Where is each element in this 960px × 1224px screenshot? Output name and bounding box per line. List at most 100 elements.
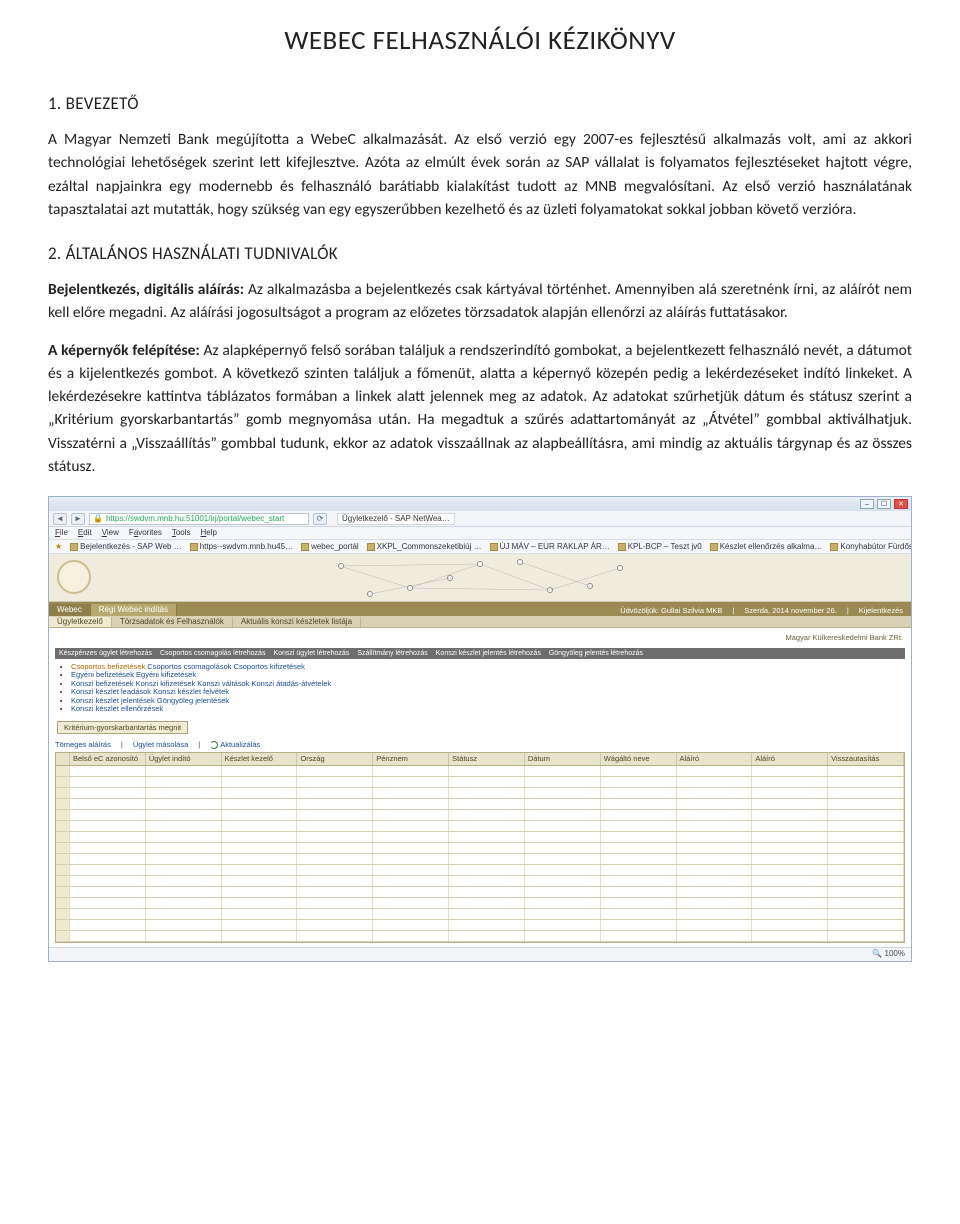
browser-refresh-button[interactable]: ⟳ [313, 513, 327, 525]
table-cell [56, 766, 70, 776]
column-header[interactable]: Dátum [525, 753, 601, 765]
favorite-link[interactable]: Készlet ellenőrzés alkalma… [710, 543, 823, 551]
table-cell [373, 777, 449, 787]
table-row[interactable] [56, 821, 904, 832]
table-cell [601, 821, 677, 831]
column-header[interactable]: Készlet kezelő [222, 753, 298, 765]
table-row[interactable] [56, 832, 904, 843]
strip-action[interactable]: Konszi ügylet létrehozás [273, 650, 349, 657]
table-cell [525, 931, 601, 941]
table-cell [828, 876, 904, 886]
action-aktualizalas[interactable]: Aktualizálás [210, 741, 260, 749]
column-header[interactable]: Státusz [449, 753, 525, 765]
favorite-link[interactable]: Bejelentkezés - SAP Web … [70, 543, 182, 551]
browser-tab[interactable]: Ügyletkezelő - SAP NetWea… [337, 513, 455, 525]
menu-view[interactable]: View [102, 529, 119, 537]
table-cell [828, 898, 904, 908]
table-cell [70, 810, 146, 820]
table-cell [297, 898, 373, 908]
menu-tools[interactable]: Tools [172, 529, 191, 537]
window-minimize-button[interactable]: – [860, 499, 874, 509]
table-row[interactable] [56, 876, 904, 887]
table-cell [828, 865, 904, 875]
table-cell [70, 821, 146, 831]
table-cell [828, 810, 904, 820]
favorite-link[interactable]: XKPL_Commonszeketibiúj … [367, 543, 482, 551]
subtab-keszletek[interactable]: Aktuális konszi készletek listája [233, 617, 361, 627]
favorite-link[interactable]: https--swdvm.mnb.hu45… [190, 543, 293, 551]
column-header[interactable]: Pénznem [373, 753, 449, 765]
tab-regi-webec[interactable]: Régi Webec indítás [91, 604, 177, 616]
window-close-button[interactable]: ✕ [894, 499, 908, 509]
table-row[interactable] [56, 887, 904, 898]
table-row[interactable] [56, 766, 904, 777]
table-row[interactable] [56, 810, 904, 821]
table-row[interactable] [56, 799, 904, 810]
table-cell [222, 865, 298, 875]
favorite-label: KPL-BCP – Teszt jv0 [628, 543, 702, 551]
table-cell [828, 788, 904, 798]
table-row[interactable] [56, 854, 904, 865]
table-cell [752, 920, 828, 930]
browser-back-button[interactable]: ◄ [53, 513, 67, 525]
menu-favorites[interactable]: Favorites [129, 529, 162, 537]
table-cell [297, 766, 373, 776]
data-grid: Belső eC azonosítóÜgylet indítóKészlet k… [55, 752, 905, 943]
sap-logout-link[interactable]: Kijelentkezés [859, 607, 903, 615]
column-header[interactable]: Aláíró [752, 753, 828, 765]
zoom-indicator[interactable]: 🔍 100% [872, 950, 905, 958]
strip-action[interactable]: Konszi készlet jelentés létrehozás [436, 650, 541, 657]
column-header[interactable]: Visszautasítás [828, 753, 904, 765]
browser-status-bar: 🔍 100% [49, 947, 911, 961]
table-cell [601, 920, 677, 930]
table-row[interactable] [56, 920, 904, 931]
menu-edit[interactable]: Edit [78, 529, 92, 537]
table-row[interactable] [56, 931, 904, 942]
column-header[interactable]: Ország [297, 753, 373, 765]
browser-forward-button[interactable]: ► [71, 513, 85, 525]
table-action-row: Tömeges aláírás | Ügylet másolása | Aktu… [55, 741, 905, 749]
table-row[interactable] [56, 788, 904, 799]
favorite-link[interactable]: ÚJ MÁV – EUR RAKLAP ÁR… [490, 543, 610, 551]
column-header[interactable]: Ügylet indító [146, 753, 222, 765]
favorite-link[interactable]: KPL-BCP – Teszt jv0 [618, 543, 702, 551]
strip-action[interactable]: Szállítmány létrehozás [357, 650, 427, 657]
strip-action[interactable]: Készpénzes ügylet létrehozás [59, 650, 152, 657]
table-cell [601, 876, 677, 886]
query-link[interactable]: Konszi készlet ellenőrzések [71, 704, 163, 713]
favorites-star-icon[interactable]: ★ [55, 543, 62, 551]
column-header[interactable]: Belső eC azonosító [70, 753, 146, 765]
table-row[interactable] [56, 777, 904, 788]
table-row[interactable] [56, 909, 904, 920]
table-cell [752, 854, 828, 864]
browser-url-field[interactable]: 🔒 https://swdvm.mnb.hu:51001/irj/portal/… [89, 513, 309, 525]
favorite-link[interactable]: Konyhabútor Fürdőszoba… [830, 543, 911, 551]
table-cell [449, 777, 525, 787]
table-cell [752, 898, 828, 908]
table-cell [828, 931, 904, 941]
strip-action[interactable]: Göngyöleg jelentés létrehozás [549, 650, 643, 657]
table-row[interactable] [56, 865, 904, 876]
strip-action[interactable]: Csoportos csomagolás létrehozás [160, 650, 265, 657]
table-cell [56, 843, 70, 853]
subtab-torzsadatok[interactable]: Törzsadatok és Felhasználók [112, 617, 233, 627]
column-header[interactable] [56, 753, 70, 765]
action-tomeges-alairas[interactable]: Tömeges aláírás [55, 741, 111, 749]
table-row[interactable] [56, 898, 904, 909]
table-cell [222, 931, 298, 941]
favorite-link[interactable]: webec_portál [301, 543, 359, 551]
table-row[interactable] [56, 843, 904, 854]
kriterium-button[interactable]: Kritérium-gyorskarbantartás megnit [57, 721, 188, 735]
table-cell [297, 865, 373, 875]
mnb-logo [57, 560, 91, 594]
table-cell [297, 920, 373, 930]
table-cell [449, 832, 525, 842]
column-header[interactable]: Wágáltó neve [601, 753, 677, 765]
action-ugylet-masolasa[interactable]: Ügylet másolása [133, 741, 188, 749]
column-header[interactable]: Aláíró [677, 753, 753, 765]
subtab-ugyletkezelo[interactable]: Ügyletkezelő [49, 617, 112, 627]
menu-help[interactable]: Help [201, 529, 217, 537]
tab-webec[interactable]: Webec [49, 604, 91, 616]
window-maximize-button[interactable]: ☐ [877, 499, 891, 509]
menu-file[interactable]: File [55, 529, 68, 537]
